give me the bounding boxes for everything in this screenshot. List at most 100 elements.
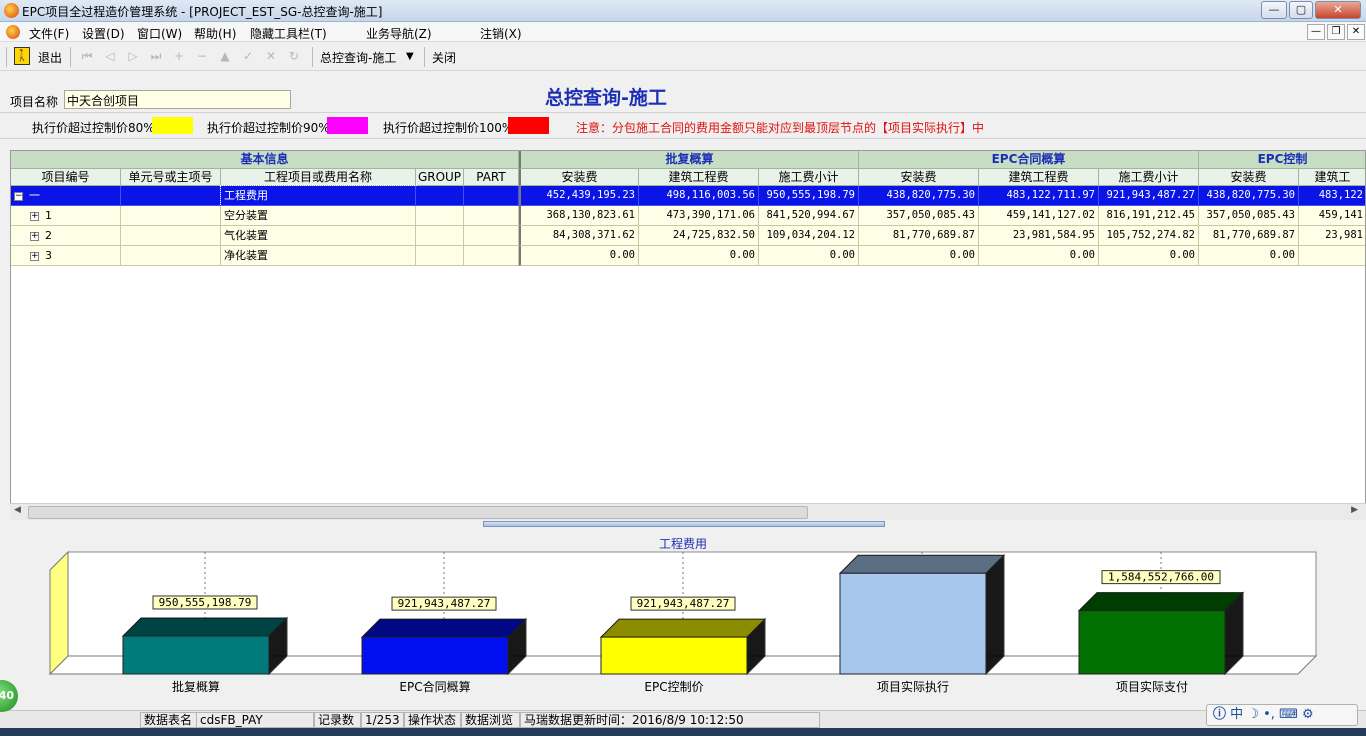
table-cell[interactable]: 459,141,127.02 [979, 206, 1099, 226]
table-cell[interactable]: 438,820,775.30 [859, 186, 979, 206]
menu-nav[interactable]: 业务导航(Z) [366, 25, 432, 42]
table-cell[interactable] [1299, 246, 1365, 266]
column-header[interactable]: 建筑工程费 [979, 169, 1099, 186]
ime-keyboard-icon[interactable]: ⌨ [1279, 707, 1298, 722]
table-cell[interactable]: 工程费用 [220, 185, 417, 207]
menu-file[interactable]: 文件(F) [29, 25, 69, 42]
menu-settings[interactable]: 设置(D) [82, 25, 125, 42]
table-cell[interactable]: 一 [11, 186, 121, 206]
table-cell[interactable]: 0.00 [519, 246, 639, 266]
menu-hide-toolbar[interactable]: 隐藏工具栏(T) [250, 25, 327, 42]
menu-window[interactable]: 窗口(W) [137, 25, 182, 42]
table-row[interactable]: 1 空分装置 368,130,823.61 473,390,171.06 841,520… [11, 206, 1365, 226]
table-cell[interactable]: 23,981 [1299, 226, 1365, 246]
table-cell[interactable] [416, 246, 464, 266]
table-cell[interactable]: 2 [11, 226, 121, 246]
table-cell[interactable] [464, 226, 519, 246]
table-cell[interactable]: 0.00 [859, 246, 979, 266]
collapse-icon[interactable]: − [14, 192, 23, 201]
table-cell[interactable]: 84,308,371.62 [519, 226, 639, 246]
table-cell[interactable]: 921,943,487.27 [1099, 186, 1199, 206]
table-cell[interactable] [416, 226, 464, 246]
table-cell[interactable]: 498,116,003.56 [639, 186, 759, 206]
menu-app-icon[interactable] [6, 25, 20, 39]
table-row[interactable]: 2 气化装置 84,308,371.62 24,725,832.50 109,034,2… [11, 226, 1365, 246]
column-header[interactable]: 安装费 [519, 169, 639, 186]
table-cell[interactable]: 0.00 [979, 246, 1099, 266]
table-cell[interactable] [121, 206, 221, 226]
minimize-button[interactable]: — [1261, 1, 1287, 19]
table-cell[interactable] [121, 226, 221, 246]
table-row[interactable]: 一 工程费用 452,439,195.23 498,116,003.56 950,555… [11, 185, 1365, 207]
scrollbar-thumb[interactable] [28, 506, 808, 519]
table-cell[interactable]: 109,034,204.12 [759, 226, 859, 246]
close-button[interactable]: 关闭 [432, 49, 456, 66]
scroll-right-icon[interactable]: ▶ [1351, 505, 1358, 515]
table-cell[interactable] [416, 186, 464, 206]
table-cell[interactable] [121, 186, 221, 206]
table-cell[interactable]: 24,725,832.50 [639, 226, 759, 246]
table-cell[interactable]: 0.00 [1199, 246, 1299, 266]
table-cell[interactable]: 空分装置 [221, 206, 416, 226]
table-cell[interactable] [416, 206, 464, 226]
column-header[interactable]: 安装费 [1199, 169, 1299, 186]
table-cell[interactable]: 816,191,212.45 [1099, 206, 1199, 226]
chevron-down-icon[interactable]: ▼ [406, 51, 414, 62]
ime-moon-icon[interactable]: ☽ [1247, 707, 1259, 722]
table-cell[interactable] [464, 206, 519, 226]
table-cell[interactable]: 23,981,584.95 [979, 226, 1099, 246]
ime-punct-icon[interactable]: •, [1263, 707, 1275, 722]
table-cell[interactable]: 0.00 [639, 246, 759, 266]
exit-button[interactable]: 退出 [38, 49, 62, 66]
close-window-button[interactable]: ✕ [1315, 1, 1361, 19]
column-header[interactable]: 项目编号 [11, 169, 121, 186]
table-cell[interactable]: 0.00 [759, 246, 859, 266]
table-cell[interactable]: 净化装置 [221, 246, 416, 266]
mdi-close-button[interactable]: ✕ [1347, 24, 1365, 40]
table-cell[interactable]: 357,050,085.43 [1199, 206, 1299, 226]
maximize-button[interactable]: ▢ [1289, 1, 1313, 19]
table-cell[interactable]: 483,122,711.97 [979, 186, 1099, 206]
horizontal-scrollbar[interactable]: ◀ ▶ [10, 503, 1366, 520]
table-cell[interactable]: 81,770,689.87 [1199, 226, 1299, 246]
table-cell[interactable]: 81,770,689.87 [859, 226, 979, 246]
table-cell[interactable]: 950,555,198.79 [759, 186, 859, 206]
column-header[interactable]: 工程项目或费用名称 [221, 169, 416, 186]
column-header[interactable]: 安装费 [859, 169, 979, 186]
menu-logout[interactable]: 注销(X) [480, 25, 522, 42]
exit-icon[interactable]: 🚶 [14, 47, 30, 65]
panel-splitter[interactable] [483, 521, 885, 527]
table-cell[interactable]: 452,439,195.23 [519, 186, 639, 206]
expand-icon[interactable]: + [30, 252, 39, 261]
column-header[interactable]: 单元号或主项号 [121, 169, 221, 186]
mdi-minimize-button[interactable]: — [1307, 24, 1325, 40]
table-row[interactable]: 3 净化装置 0.00 0.00 0.00 0.00 0.00 0.00 0.00 + [11, 246, 1365, 266]
expand-icon[interactable]: + [30, 212, 39, 221]
ime-logo-icon[interactable]: ⓘ [1213, 707, 1226, 722]
column-header[interactable]: 施工费小计 [1099, 169, 1199, 186]
table-cell[interactable]: 483,122 [1299, 186, 1365, 206]
column-header[interactable]: 建筑工程费 [639, 169, 759, 186]
module-dropdown[interactable]: 总控查询-施工 [320, 49, 396, 66]
menu-help[interactable]: 帮助(H) [194, 25, 236, 42]
ime-language[interactable]: 中 [1230, 707, 1243, 722]
table-cell[interactable]: 357,050,085.43 [859, 206, 979, 226]
table-cell[interactable] [121, 246, 221, 266]
table-cell[interactable]: 3 [11, 246, 121, 266]
ime-settings-icon[interactable]: ⚙ [1302, 707, 1314, 722]
table-cell[interactable] [464, 186, 519, 206]
column-header[interactable]: 建筑工 [1299, 169, 1365, 186]
column-header[interactable]: PART [464, 169, 519, 186]
mdi-restore-button[interactable]: ❐ [1327, 24, 1345, 40]
project-name-field[interactable]: 中天合创项目 [64, 90, 291, 109]
column-header[interactable]: 施工费小计 [759, 169, 859, 186]
table-cell[interactable]: 1 [11, 206, 121, 226]
table-cell[interactable]: 841,520,994.67 [759, 206, 859, 226]
table-cell[interactable]: 368,130,823.61 [519, 206, 639, 226]
ime-toolbar[interactable]: ⓘ 中 ☽ •, ⌨ ⚙ [1206, 704, 1358, 726]
table-cell[interactable]: 105,752,274.82 [1099, 226, 1199, 246]
table-cell[interactable]: 0.00 [1099, 246, 1199, 266]
scroll-left-icon[interactable]: ◀ [14, 505, 21, 515]
table-cell[interactable]: 473,390,171.06 [639, 206, 759, 226]
table-cell[interactable]: 459,141 [1299, 206, 1365, 226]
